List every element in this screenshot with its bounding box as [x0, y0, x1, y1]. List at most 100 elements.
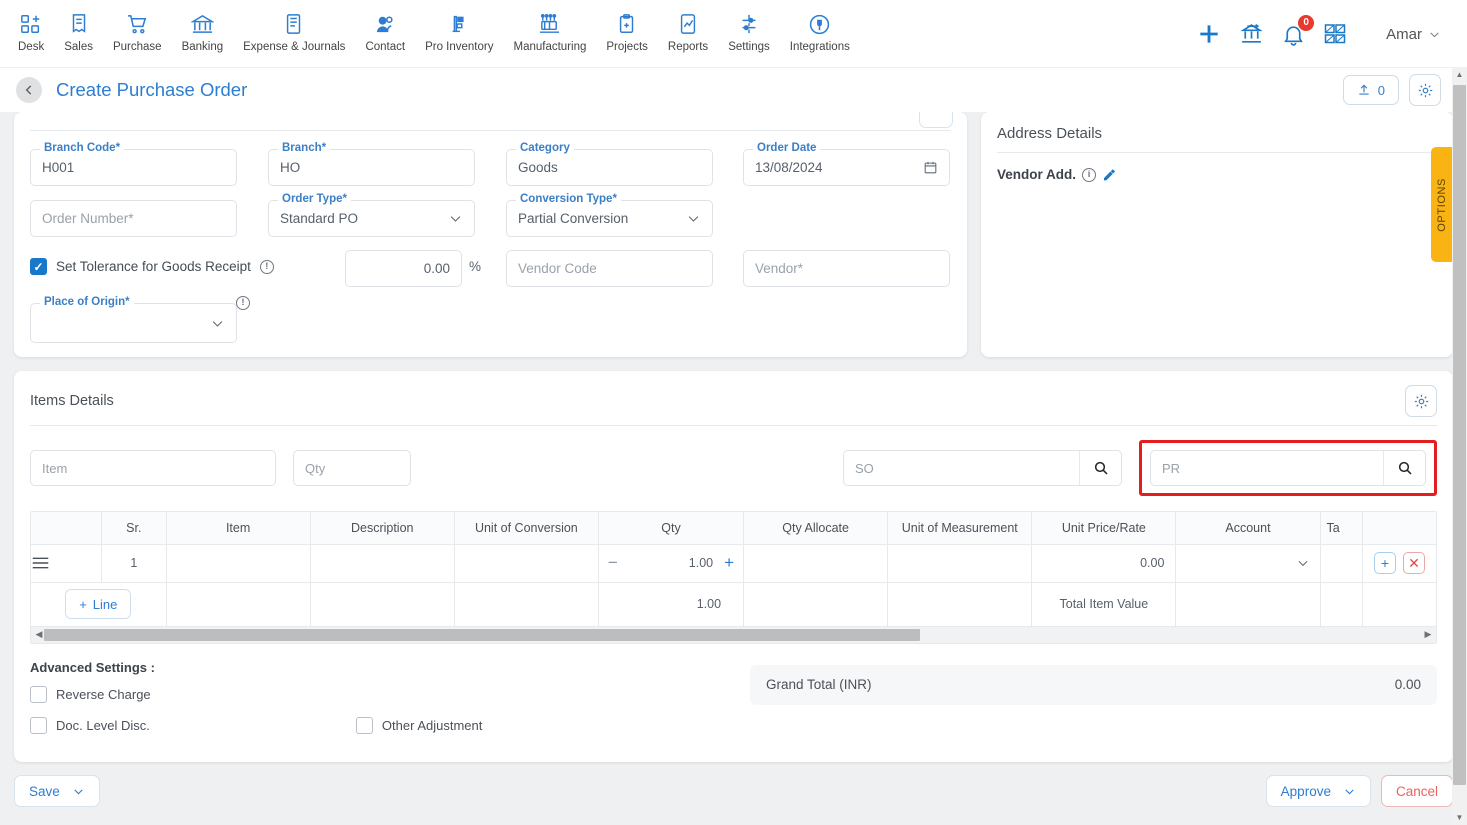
page-settings-button[interactable] — [1409, 74, 1441, 106]
edit-pencil-icon[interactable] — [1102, 168, 1116, 182]
row-item[interactable] — [166, 544, 311, 583]
apps-grid-icon[interactable] — [1323, 22, 1347, 46]
nav-item-settings[interactable]: Settings — [718, 8, 780, 55]
row-unit-of-conversion[interactable] — [454, 544, 599, 583]
grand-total-value: 0.00 — [1394, 677, 1421, 692]
info-icon[interactable]: ! — [259, 259, 274, 274]
save-button[interactable]: Save — [14, 775, 100, 807]
page-scrollbar[interactable]: ▲ ▼ — [1452, 67, 1467, 825]
row-qty-value[interactable]: 1.00 — [689, 556, 713, 570]
place-of-origin-select[interactable]: Place of Origin* ! — [30, 296, 250, 343]
manufacturing-icon — [538, 10, 561, 38]
scroll-down-arrow[interactable]: ▼ — [1452, 810, 1467, 825]
add-row-button[interactable]: + — [1373, 552, 1396, 574]
vendor-code-input[interactable]: Vendor Code — [506, 250, 713, 287]
notifications-bell[interactable]: 0 — [1281, 14, 1315, 47]
bank-transfer-icon[interactable] — [1239, 22, 1264, 47]
info-icon[interactable]: ! — [236, 296, 250, 310]
page-content: Branch Code* H001 Branch* HO Category Go… — [0, 112, 1467, 825]
page-scroll-thumb[interactable] — [1453, 85, 1466, 785]
branch-input[interactable]: Branch* HO — [268, 142, 475, 186]
nav-item-contact[interactable]: Contact — [355, 8, 415, 55]
qty-increment-button[interactable]: + — [724, 553, 734, 573]
row-account-select[interactable] — [1176, 545, 1319, 582]
branch-code-value: H001 — [42, 160, 75, 175]
nav-label: Banking — [181, 41, 224, 53]
back-button[interactable] — [16, 77, 42, 103]
user-menu[interactable]: Amar — [1386, 26, 1441, 43]
category-input[interactable]: Category Goods — [506, 142, 713, 186]
clipped-button[interactable] — [919, 112, 953, 128]
nav-item-banking[interactable]: Banking — [172, 8, 234, 55]
options-tab-label: OPTIONS — [1436, 177, 1448, 232]
nav-item-expense-journals[interactable]: Expense & Journals — [233, 8, 355, 55]
add-plus-icon[interactable] — [1196, 21, 1222, 47]
row-drag-handle[interactable] — [31, 544, 103, 583]
table-horizontal-scrollbar[interactable]: ◀ ▶ — [31, 626, 1436, 643]
nav-item-purchase[interactable]: Purchase — [103, 8, 172, 55]
item-filter-input[interactable]: Item — [30, 450, 276, 486]
footer-total-label: Total Item Value — [1031, 582, 1177, 627]
row-description[interactable] — [310, 544, 455, 583]
scroll-thumb[interactable] — [44, 628, 920, 641]
qty-filter-input[interactable]: Qty — [293, 450, 411, 486]
pr-search-button[interactable] — [1383, 451, 1425, 485]
attachment-button[interactable]: 0 — [1342, 75, 1399, 105]
delete-row-button[interactable]: ✕ — [1402, 552, 1425, 574]
scroll-up-arrow[interactable]: ▲ — [1452, 67, 1467, 82]
row-unit-of-measurement[interactable] — [887, 544, 1033, 583]
other-adjustment-checkbox[interactable] — [355, 716, 373, 734]
pr-search-input[interactable]: PR — [1151, 451, 1383, 485]
tolerance-percent-input[interactable]: 0.00 — [345, 250, 462, 287]
items-settings-button[interactable] — [1405, 385, 1437, 417]
qty-decrement-button[interactable]: − — [608, 553, 618, 573]
calendar-icon[interactable] — [923, 160, 938, 175]
options-side-tab[interactable]: OPTIONS — [1431, 147, 1453, 262]
nav-item-pro-inventory[interactable]: Pro Inventory — [415, 8, 503, 55]
nav-label: Desk — [18, 41, 45, 53]
clipped-title-text — [30, 112, 34, 120]
order-number-input[interactable]: Order Number* — [30, 200, 237, 237]
chevron-down-icon — [210, 316, 225, 331]
nav-item-sales[interactable]: Sales — [54, 8, 103, 55]
order-type-select[interactable]: Order Type* Standard PO — [268, 193, 475, 237]
nav-item-projects[interactable]: Projects — [596, 8, 658, 55]
reverse-charge-checkbox[interactable] — [30, 685, 47, 703]
nav-item-reports[interactable]: Reports — [658, 8, 718, 55]
doc-level-disc-checkbox[interactable] — [30, 716, 47, 734]
items-table-wrapper: Sr. Item Description Unit of Conversion … — [30, 511, 1437, 644]
items-section-title: Items Details — [30, 393, 114, 409]
col-handle — [31, 512, 103, 545]
cancel-button[interactable]: Cancel — [1380, 775, 1453, 807]
nav-item-manufacturing[interactable]: Manufacturing — [503, 8, 596, 55]
scroll-track[interactable] — [44, 628, 1423, 641]
approve-button[interactable]: Approve — [1265, 775, 1371, 807]
so-search-input[interactable]: SO — [844, 451, 1079, 485]
info-icon[interactable]: i — [1082, 167, 1097, 182]
row-tax[interactable] — [1320, 544, 1363, 583]
so-search-button[interactable] — [1079, 451, 1121, 485]
nav-label: Projects — [606, 41, 648, 53]
nav-item-integrations[interactable]: Integrations — [780, 8, 860, 55]
footer-qty-allocate — [743, 582, 889, 627]
save-label: Save — [29, 783, 60, 799]
scroll-left-arrow[interactable]: ◀ — [34, 629, 44, 640]
footer-account — [1175, 582, 1321, 627]
order-date-input[interactable]: Order Date 13/08/2024 — [743, 142, 950, 186]
branch-code-input[interactable]: Branch Code* H001 — [30, 142, 237, 186]
attachment-count: 0 — [1377, 82, 1385, 98]
col-qty: Qty — [598, 512, 745, 545]
nav-item-desk[interactable]: Desk — [8, 8, 54, 55]
address-details-title: Address Details — [997, 125, 1103, 142]
row-unit-price-rate[interactable]: 0.00 — [1031, 544, 1177, 583]
conversion-type-select[interactable]: Conversion Type* Partial Conversion — [506, 193, 713, 237]
branch-value: HO — [280, 160, 301, 175]
doc-level-disc-label: Doc. Level Disc. — [56, 717, 150, 733]
scroll-right-arrow[interactable]: ▶ — [1423, 629, 1433, 640]
vendor-input[interactable]: Vendor* — [743, 250, 950, 287]
set-tolerance-checkbox[interactable] — [30, 258, 47, 275]
add-line-button[interactable]: + Line — [65, 589, 132, 619]
items-search-row: Item Qty SO PR — [14, 426, 1453, 496]
row-qty-allocate[interactable] — [743, 544, 889, 583]
field-label: Order Type* — [278, 193, 351, 205]
